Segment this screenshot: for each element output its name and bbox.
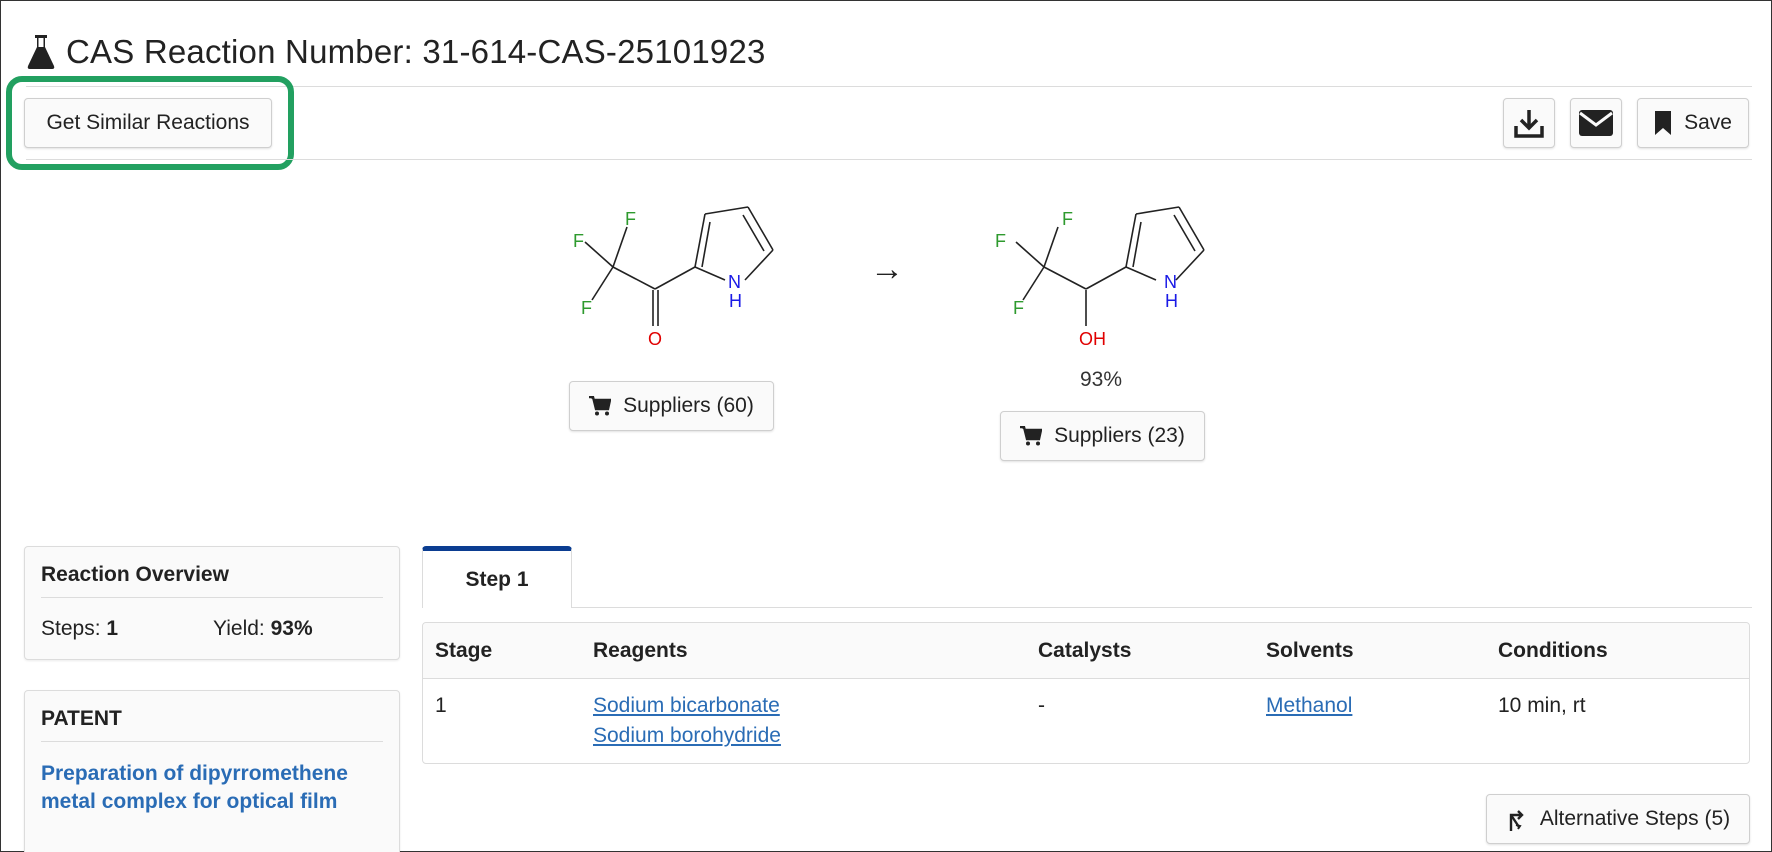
- col-header-stage: Stage: [435, 639, 493, 662]
- reagent-link[interactable]: Sodium bicarbonate: [593, 694, 780, 718]
- highlight-box: [6, 76, 294, 170]
- envelope-icon: [1579, 110, 1613, 136]
- page-header: CAS Reaction Number: 31-614-CAS-25101923: [26, 28, 766, 76]
- cart-icon: [589, 396, 612, 416]
- product-yield: 93%: [1080, 368, 1123, 391]
- stage-cell: 1: [435, 694, 447, 717]
- product-atom-f2: F: [1062, 209, 1073, 229]
- reaction-arrow: →: [870, 250, 904, 288]
- reactant-atom-f1: F: [573, 231, 584, 251]
- col-header-solvents: Solvents: [1266, 639, 1354, 662]
- save-button[interactable]: Save: [1637, 98, 1749, 148]
- yield-summary: Yield: 93%: [213, 617, 313, 641]
- download-icon: [1514, 110, 1544, 138]
- table-header: Stage Reagents Catalysts Solvents Condit…: [423, 623, 1749, 679]
- reactant-suppliers-button[interactable]: Suppliers (60): [569, 381, 774, 431]
- reaction-overview-title: Reaction Overview: [41, 563, 229, 586]
- product-atom-f3: F: [1013, 298, 1024, 318]
- solvent-link[interactable]: Methanol: [1266, 694, 1352, 718]
- reactant-atom-f2: F: [625, 209, 636, 229]
- reactant-suppliers-label: Suppliers (60): [623, 394, 754, 417]
- flask-icon: [27, 35, 55, 69]
- reactant-structure[interactable]: F F F O N H: [555, 200, 785, 360]
- patent-divider: [41, 741, 383, 742]
- yield-value: 93%: [270, 617, 313, 640]
- product-atom-n: N: [1164, 272, 1177, 292]
- steps-value: 1: [106, 617, 119, 640]
- patent-title-link[interactable]: Preparation of dipyrromethene metal comp…: [41, 760, 383, 816]
- page-title: CAS Reaction Number: 31-614-CAS-25101923: [66, 33, 766, 70]
- bookmark-icon: [1655, 111, 1672, 135]
- col-header-conditions: Conditions: [1498, 639, 1608, 662]
- save-label: Save: [1684, 111, 1732, 134]
- col-header-catalysts: Catalysts: [1038, 639, 1132, 662]
- product-structure[interactable]: F F F OH N H: [986, 200, 1216, 360]
- tab-baseline: [572, 607, 1752, 608]
- patent-title-line1: Preparation of dipyrromethene: [41, 762, 348, 785]
- email-button[interactable]: [1570, 98, 1622, 148]
- patent-heading: PATENT: [41, 707, 122, 730]
- product-suppliers-label: Suppliers (23): [1054, 424, 1185, 447]
- tab-step-1[interactable]: Step 1: [422, 546, 572, 608]
- steps-summary: Steps: 1: [41, 617, 118, 641]
- reactant-atom-n: N: [728, 272, 741, 292]
- toolbar-divider: [26, 159, 1752, 160]
- reactant-atom-f3: F: [581, 298, 592, 318]
- cart-icon: [1020, 426, 1043, 446]
- product-atom-h: H: [1165, 291, 1178, 311]
- alternative-steps-label: Alternative Steps (5): [1539, 807, 1731, 830]
- route-split-icon: [1509, 810, 1524, 831]
- yield-label: Yield:: [213, 617, 265, 640]
- reagent-link[interactable]: Sodium borohydride: [593, 724, 781, 748]
- steps-label: Steps:: [41, 617, 101, 640]
- overview-divider: [41, 597, 383, 598]
- conditions-cell: 10 min, rt: [1498, 694, 1586, 717]
- col-header-reagents: Reagents: [593, 639, 688, 662]
- catalysts-cell: -: [1038, 694, 1045, 717]
- alternative-steps-button[interactable]: Alternative Steps (5): [1486, 794, 1750, 844]
- reactant-atom-h: H: [729, 291, 742, 311]
- product-atom-f1: F: [995, 231, 1006, 251]
- download-button[interactable]: [1503, 98, 1555, 148]
- reaction-overview-panel: Reaction Overview Steps: 1 Yield: 93%: [24, 546, 400, 660]
- product-suppliers-button[interactable]: Suppliers (23): [1000, 411, 1205, 461]
- product-atom-oh: OH: [1079, 329, 1106, 349]
- reactant-atom-o: O: [648, 329, 662, 349]
- patent-panel: PATENT Preparation of dipyrromethene met…: [24, 690, 400, 852]
- steps-table: Stage Reagents Catalysts Solvents Condit…: [422, 622, 1750, 764]
- patent-title-line2: metal complex for optical film: [41, 790, 338, 813]
